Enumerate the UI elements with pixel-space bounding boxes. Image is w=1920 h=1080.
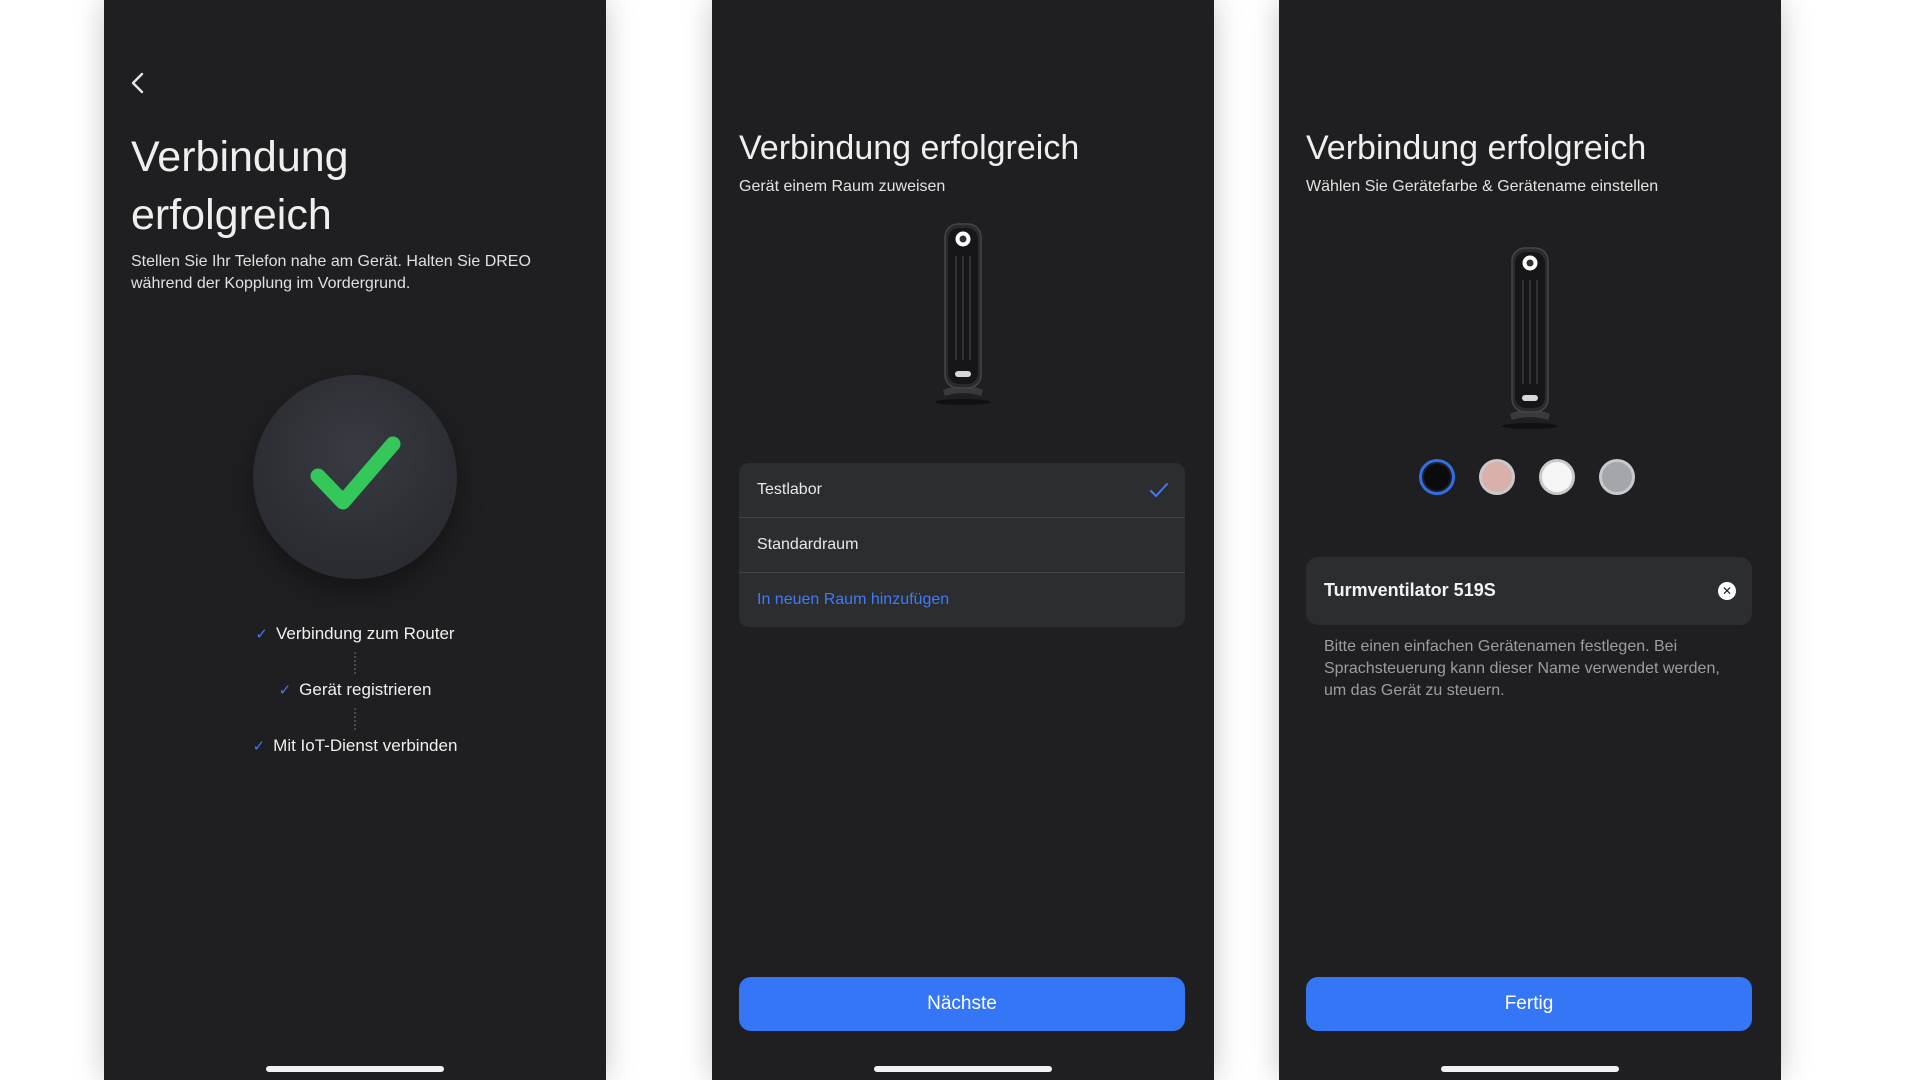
tower-fan-icon: [1502, 247, 1558, 429]
room-check-icon: [1150, 483, 1168, 497]
done-button[interactable]: Fertig: [1306, 977, 1752, 1031]
room-list: Testlabor Standardraum In neuen Raum hin…: [739, 463, 1185, 627]
connection-progress-screen: Verbindung erfolgreich Stellen Sie Ihr T…: [104, 0, 606, 1080]
room-option-testlabor[interactable]: Testlabor: [739, 463, 1185, 517]
clear-icon[interactable]: ✕: [1718, 582, 1736, 600]
step-label: Mit IoT-Dienst verbinden: [273, 736, 458, 755]
room-option-standardraum[interactable]: Standardraum: [739, 517, 1185, 572]
device-naming-screen: Verbindung erfolgreich Wählen Sie Geräte…: [1279, 0, 1781, 1080]
title-line-1: Verbindung: [131, 133, 349, 181]
next-button[interactable]: Nächste: [739, 977, 1185, 1031]
step-connector: [354, 652, 358, 674]
success-check-icon: [310, 436, 401, 510]
room-assignment-screen: Verbindung erfolgreich Gerät einem Raum …: [712, 0, 1214, 1080]
home-indicator: [1441, 1066, 1619, 1072]
add-new-room-link[interactable]: In neuen Raum hinzufügen: [739, 572, 1185, 627]
step-check-icon: ✓: [252, 738, 266, 755]
step-router: ✓ Verbindung zum Router: [104, 624, 606, 644]
color-swatch-white[interactable]: [1539, 459, 1575, 495]
step-check-icon: ✓: [278, 682, 292, 699]
color-swatch-grey[interactable]: [1599, 459, 1635, 495]
home-indicator: [266, 1066, 444, 1072]
device-name-field[interactable]: Turmventilator 519S ✕: [1306, 557, 1752, 625]
device-name-value: Turmventilator 519S: [1324, 580, 1496, 600]
room-label: Testlabor: [757, 481, 822, 498]
step-check-icon: ✓: [255, 626, 268, 643]
step-iot: ✓ Mit IoT-Dienst verbinden: [104, 736, 606, 756]
step-label: Verbindung zum Router: [275, 624, 455, 643]
room-label: Standardraum: [757, 536, 859, 553]
home-indicator: [874, 1066, 1052, 1072]
tower-fan-icon: [935, 223, 991, 405]
page-subtitle: Gerät einem Raum zuweisen: [739, 178, 946, 195]
page-subtitle: Wählen Sie Gerätefarbe & Gerätename eins…: [1306, 178, 1659, 195]
color-swatch-rose[interactable]: [1479, 459, 1515, 495]
page-title: Verbindung erfolgreich: [1306, 129, 1647, 167]
device-name-hint: Bitte einen einfachen Gerätenamen festle…: [1324, 638, 1720, 699]
color-swatch-black[interactable]: [1419, 459, 1455, 495]
page-title: Verbindung erfolgreich: [739, 129, 1080, 167]
step-register: ✓ Gerät registrieren: [104, 680, 606, 700]
page-title: Verbindung erfolgreich: [131, 128, 571, 244]
step-connector: [354, 708, 358, 730]
step-label: Gerät registrieren: [299, 680, 432, 699]
back-arrow-icon[interactable]: [126, 68, 150, 98]
title-line-2: erfolgreich: [131, 191, 332, 239]
success-badge: [253, 375, 457, 579]
pairing-description: Stellen Sie Ihr Telefon nahe am Gerät. H…: [131, 253, 531, 292]
